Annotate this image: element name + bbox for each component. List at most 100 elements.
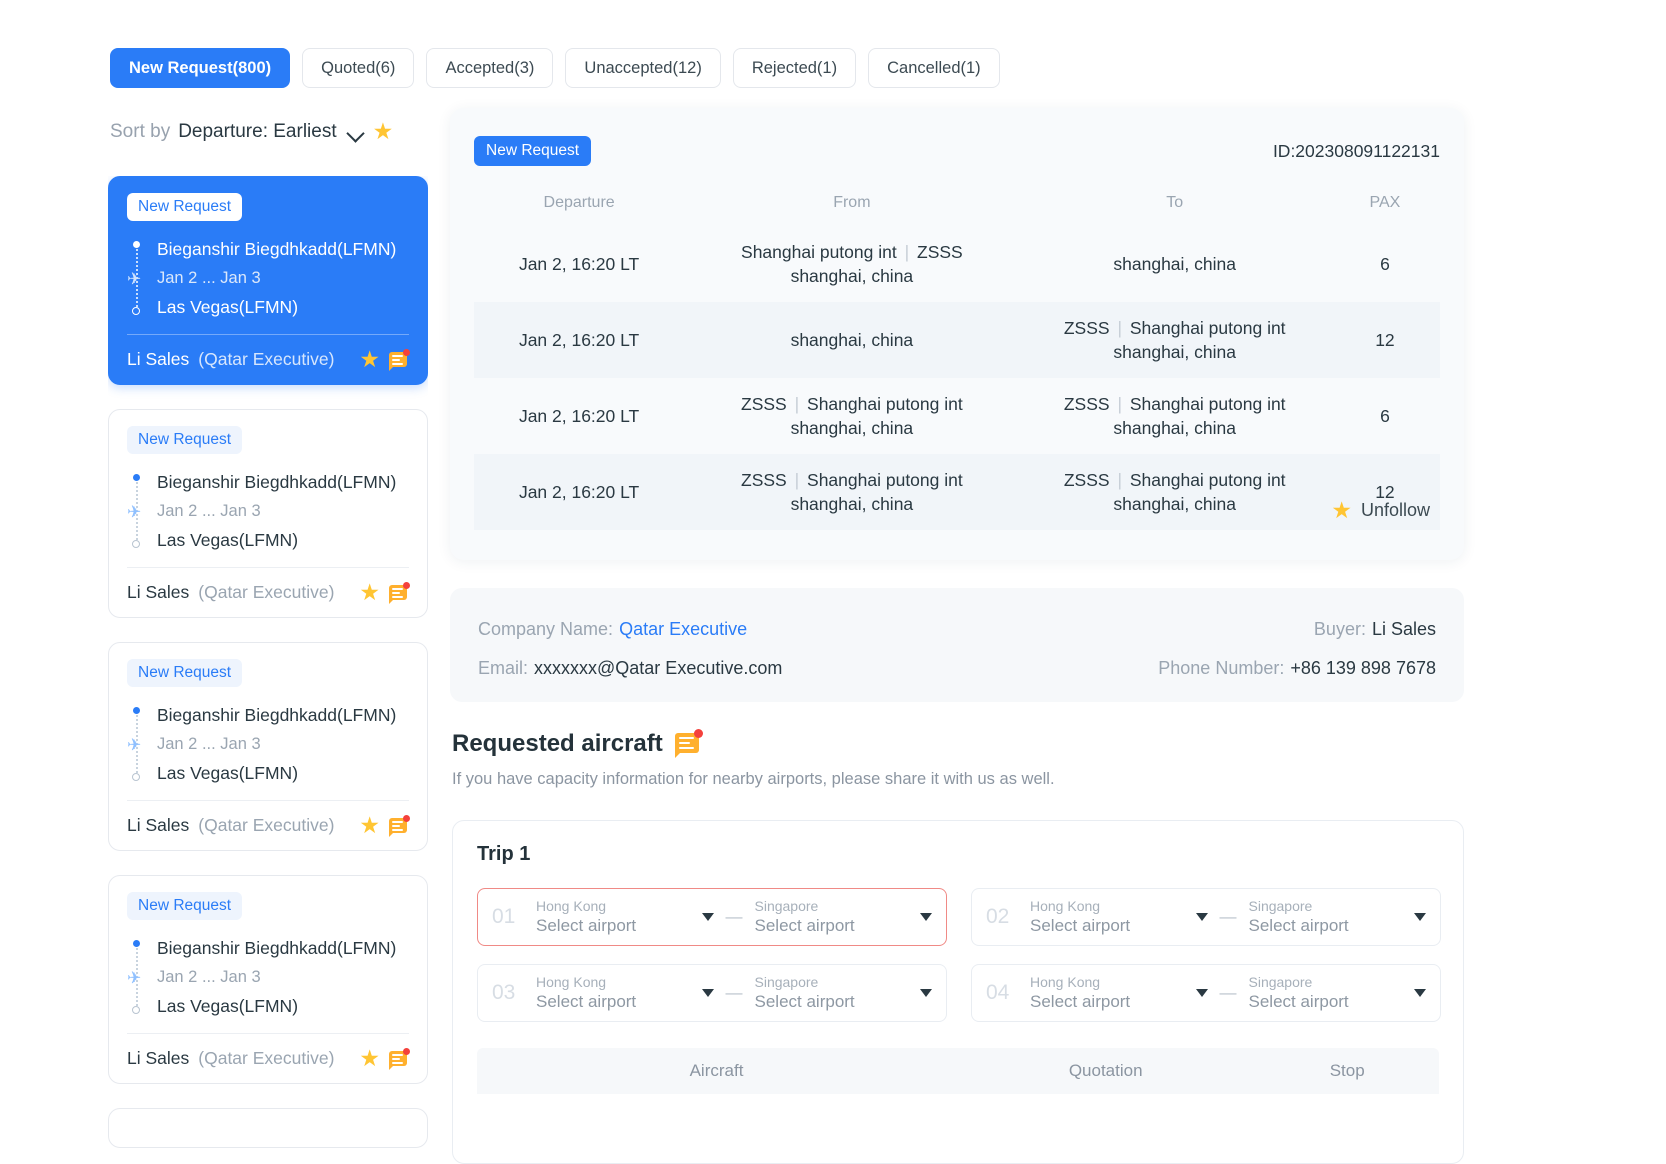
from-airport-icao: ZSSS — [741, 470, 787, 490]
origin-airport-select[interactable]: Hong Kong Select airport — [1030, 898, 1208, 937]
col-quotation: Quotation — [1068, 1061, 1143, 1080]
request-list[interactable]: New Request ✈ Bieganshir Biegdhkadd(LFMN… — [108, 176, 428, 1164]
to-airport-name: Shanghai putong int — [1129, 394, 1286, 414]
leg-number: 01 — [492, 905, 516, 928]
list-item[interactable]: New Request ✈ Bieganshir Biegdhkadd(LFMN… — [108, 409, 428, 618]
company-info-panel: Company Name: Qatar Executive Buyer: Li … — [450, 588, 1464, 702]
cell-from: ZSSS | Shanghai putong int shanghai, chi… — [684, 454, 1020, 530]
status-tabs: New Request(800) Quoted(6) Accepted(3) U… — [110, 48, 1000, 88]
origin-dot-icon — [132, 707, 140, 714]
to-airport-icao: ZSSS — [1063, 318, 1110, 338]
tab-unaccepted[interactable]: Unaccepted(12) — [565, 48, 721, 88]
detail-status-pill: New Request — [474, 136, 592, 166]
tab-new-request[interactable]: New Request(800) — [110, 48, 291, 88]
tab-label: Unaccepted(12) — [584, 58, 702, 77]
destination-airport-select[interactable]: Singapore Select airport — [1249, 898, 1426, 937]
requested-aircraft-heading: Requested aircraft — [452, 729, 703, 758]
route-destination: Las Vegas(LFMN) — [157, 530, 299, 550]
trip-leg-02[interactable]: 02 Hong Kong Select airport — Singapore … — [971, 888, 1441, 946]
favorite-star-icon[interactable]: ★ — [359, 1047, 380, 1070]
chevron-down-icon[interactable] — [1414, 913, 1426, 921]
tab-label: Accepted(3) — [445, 58, 535, 77]
tab-rejected[interactable]: Rejected(1) — [732, 48, 857, 88]
destination-hint: Singapore — [754, 897, 819, 914]
trip-leg-01[interactable]: 01 Hong Kong Select airport — Singapore … — [477, 888, 947, 946]
favorite-star-icon[interactable]: ★ — [359, 581, 380, 604]
table-row: Jan 2, 16:20 LT ZSSS | Shanghai putong i… — [474, 378, 1440, 454]
list-item[interactable]: New Request ✈ Bieganshir Biegdhkadd(LFMN… — [108, 642, 428, 851]
origin-dot-icon — [132, 940, 140, 947]
from-city: shanghai, china — [790, 418, 914, 438]
table-row: Jan 2, 16:20 LT ZSSS | Shanghai putong i… — [474, 454, 1440, 530]
list-item[interactable]: New Request ✈ Bieganshir Biegdhkadd(LFMN… — [108, 176, 428, 385]
unfollow-button[interactable]: ★ Unfollow — [1331, 499, 1430, 522]
destination-airport-select[interactable]: Singapore Select airport — [755, 974, 932, 1013]
list-item-footer: Li Sales (Qatar Executive) ★ — [127, 1033, 410, 1083]
origin-dot-icon — [132, 474, 140, 481]
trip-leg-04[interactable]: 04 Hong Kong Select airport — Singapore … — [971, 964, 1441, 1022]
chevron-down-icon[interactable] — [347, 123, 365, 141]
favorite-star-icon[interactable]: ★ — [359, 348, 380, 371]
chat-icon[interactable] — [389, 581, 410, 604]
chevron-down-icon[interactable] — [1195, 989, 1208, 997]
chat-icon[interactable] — [389, 814, 410, 837]
cell-departure: Jan 2, 16:20 LT — [474, 454, 685, 530]
from-airport-name: Shanghai putong int — [741, 242, 897, 262]
destination-airport-select[interactable]: Singapore Select airport — [1249, 974, 1426, 1013]
status-badge: New Request — [127, 193, 243, 221]
leg-number: 04 — [986, 981, 1010, 1004]
tab-cancelled[interactable]: Cancelled(1) — [868, 48, 1000, 88]
legs-table-body: Jan 2, 16:20 LT Shanghai putong int | ZS… — [474, 226, 1440, 530]
chevron-down-icon[interactable] — [920, 989, 932, 997]
route-summary: ✈ Bieganshir Biegdhkadd(LFMN) Jan 2 ... … — [127, 934, 409, 1021]
origin-value: Select airport — [536, 915, 637, 935]
detail-header: New Request ID:202308091122131 — [474, 136, 1440, 166]
tab-accepted[interactable]: Accepted(3) — [426, 48, 554, 88]
cell-departure: Jan 2, 16:20 LT — [518, 406, 640, 426]
route-dates: Jan 2 ... Jan 3 — [157, 269, 261, 287]
leg-number: 03 — [492, 981, 516, 1004]
separator: | — [1117, 394, 1122, 414]
plane-icon: ✈ — [127, 502, 142, 521]
tab-quoted[interactable]: Quoted(6) — [302, 48, 415, 88]
chat-icon[interactable] — [389, 348, 410, 371]
origin-hint: Hong Kong — [536, 897, 607, 914]
status-badge: New Request — [127, 659, 243, 687]
to-airport-icao: ZSSS — [1063, 394, 1110, 414]
origin-airport-select[interactable]: Hong Kong Select airport — [1030, 974, 1208, 1013]
route-dates: Jan 2 ... Jan 3 — [157, 968, 261, 986]
sort-selected-value[interactable]: Departure: Earliest — [178, 121, 336, 143]
leg-separator: — — [1219, 983, 1237, 1002]
chevron-down-icon[interactable] — [920, 913, 932, 921]
trip-leg-03[interactable]: 03 Hong Kong Select airport — Singapore … — [477, 964, 947, 1022]
status-badge: New Request — [127, 426, 243, 454]
origin-airport-select[interactable]: Hong Kong Select airport — [536, 898, 714, 937]
chevron-down-icon[interactable] — [701, 989, 714, 997]
favorite-filter-star-icon[interactable]: ★ — [373, 120, 394, 143]
leg-separator: — — [1219, 907, 1237, 926]
route-origin: Bieganshir Biegdhkadd(LFMN) — [157, 239, 397, 259]
chevron-down-icon[interactable] — [1414, 989, 1426, 997]
to-airport-name: Shanghai putong int — [1129, 470, 1286, 490]
chevron-down-icon[interactable] — [701, 913, 714, 921]
to-city: shanghai, china — [1113, 342, 1236, 362]
to-city: shanghai, china — [1113, 494, 1236, 514]
chevron-down-icon[interactable] — [1195, 913, 1208, 921]
buyer-name: Li Sales — [127, 1048, 190, 1068]
from-city: shanghai, china — [790, 494, 914, 514]
origin-value: Select airport — [1030, 991, 1131, 1011]
cell-pax: 12 — [1329, 302, 1440, 378]
favorite-star-icon[interactable]: ★ — [359, 814, 380, 837]
company-name-value[interactable]: Qatar Executive — [619, 619, 747, 640]
buyer-company: (Qatar Executive) — [198, 1048, 335, 1068]
chat-icon[interactable] — [389, 1047, 410, 1070]
list-item[interactable]: New Request ✈ Bieganshir Biegdhkadd(LFMN… — [108, 875, 428, 1084]
destination-airport-select[interactable]: Singapore Select airport — [754, 897, 932, 937]
from-city: shanghai, china — [790, 330, 914, 350]
leg-separator: — — [725, 983, 743, 1002]
route-origin: Bieganshir Biegdhkadd(LFMN) — [157, 705, 397, 725]
col-aircraft: Aircraft — [689, 1061, 744, 1080]
list-item[interactable] — [108, 1108, 428, 1148]
origin-airport-select[interactable]: Hong Kong Select airport — [536, 974, 714, 1013]
chat-icon[interactable] — [674, 729, 703, 758]
